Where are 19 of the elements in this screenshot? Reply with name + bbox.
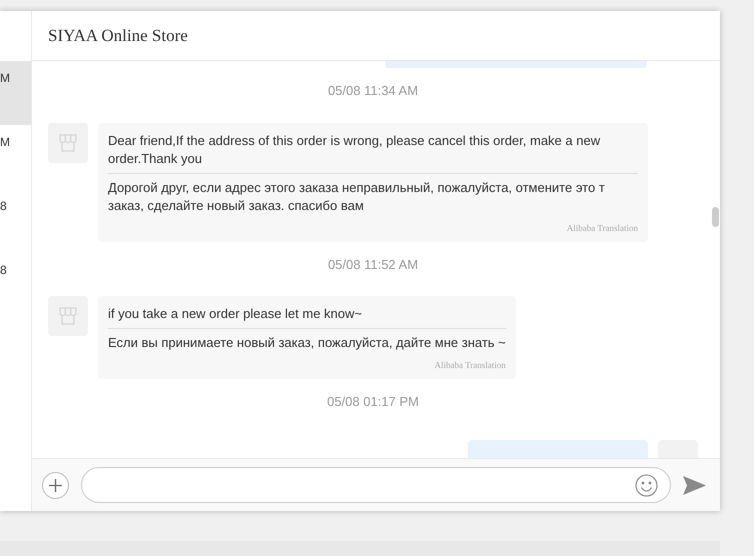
shop-icon xyxy=(57,305,79,327)
translation-credit: Alibaba Translation xyxy=(434,359,506,372)
message-time: 05/08 01:17 PM xyxy=(327,393,419,411)
chat-title: SIYAA Online Store xyxy=(48,24,188,47)
plus-icon xyxy=(48,478,63,492)
message-input[interactable] xyxy=(81,467,671,503)
message-text: if you take a new order please let me know~ xyxy=(108,305,506,329)
scrollbar-thumb[interactable] xyxy=(712,207,719,227)
message-text: Dear friend,If the address of this order is wrong, please cancel this order, make a new order.Thank you xyxy=(108,132,638,174)
send-icon[interactable] xyxy=(683,476,706,494)
emoji-icon[interactable] xyxy=(635,474,658,496)
shop-icon xyxy=(57,132,79,154)
message-time: 05/08 11:34 AM xyxy=(328,82,418,100)
message-time: 05/08 11:52 AM xyxy=(328,256,418,274)
add-button[interactable] xyxy=(42,472,69,498)
translated-text: Если вы принимаете новый заказ, пожалуйста, дайте мне знать ~ xyxy=(108,334,506,352)
conversation-item[interactable]: M xyxy=(0,61,31,125)
translation-credit: Alibaba Translation xyxy=(566,222,638,234)
translated-text: Дорогой друг, если адрес этого заказа неправильный, пожалуйста, отмените это т заказ, сделайте новый заказ. спасибо вам xyxy=(108,178,606,214)
